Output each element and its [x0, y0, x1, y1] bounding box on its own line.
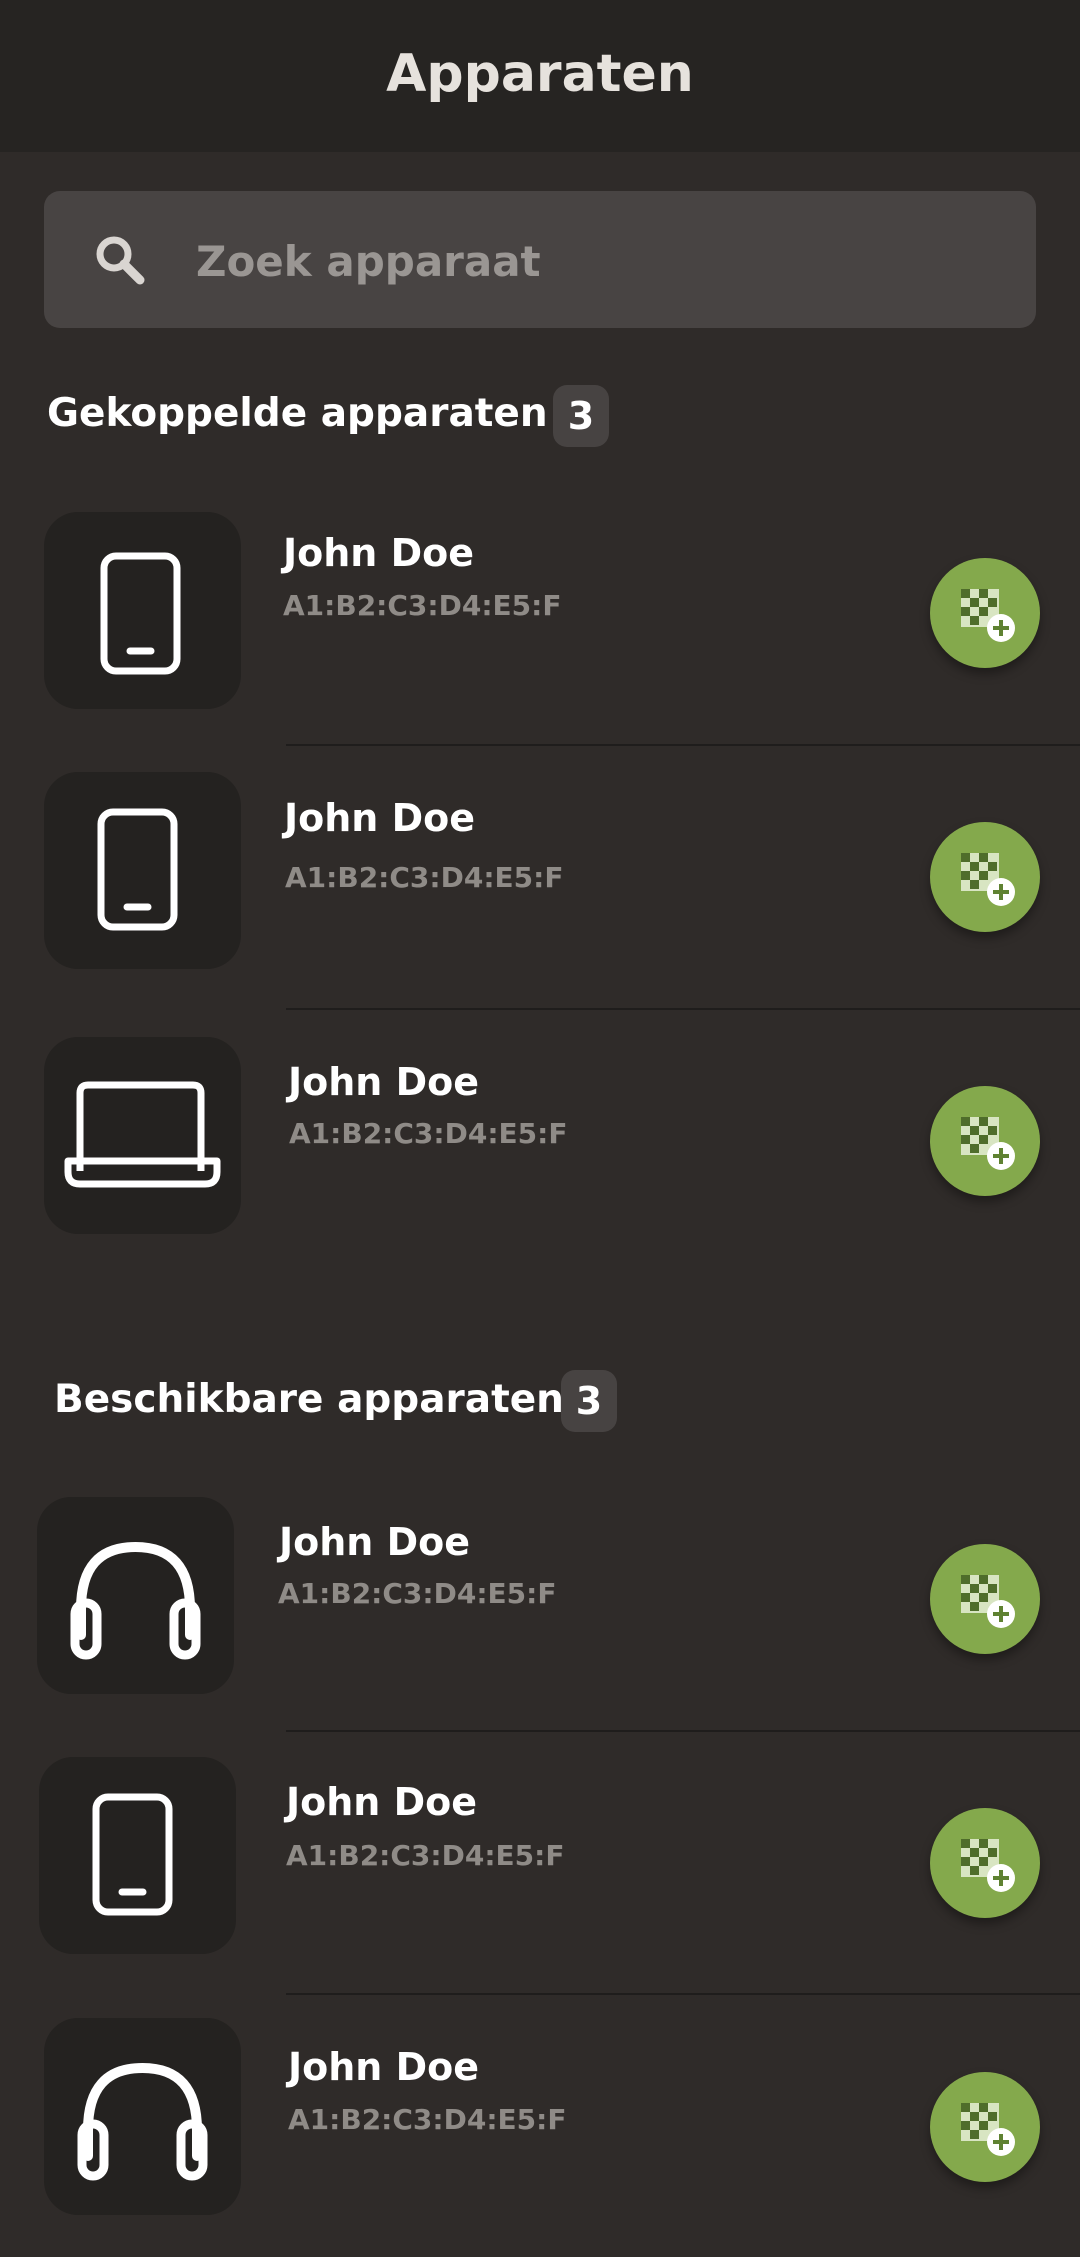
- add-device-button[interactable]: [930, 2072, 1040, 2182]
- device-name: John Doe: [288, 2045, 480, 2089]
- row-divider: [286, 1730, 1080, 1732]
- paired-count-badge: 3: [553, 385, 609, 447]
- device-name: John Doe: [279, 1520, 471, 1564]
- headphones-icon: [77, 2062, 208, 2181]
- qr-add-icon: [961, 1117, 1015, 1170]
- qr-add-icon: [961, 853, 1015, 906]
- phone-icon: [92, 1793, 173, 1916]
- section-title-paired: Gekoppelde apparaten: [47, 391, 548, 436]
- search-icon: [96, 236, 145, 285]
- device-tile: [44, 2018, 241, 2215]
- headphones-icon: [70, 1541, 201, 1660]
- device-tile: [44, 1037, 241, 1234]
- device-tile: [39, 1757, 236, 1954]
- available-count-badge: 3: [561, 1370, 617, 1432]
- qr-add-icon: [961, 2103, 1015, 2156]
- phone-icon: [100, 552, 181, 675]
- device-mac: A1:B2:C3:D4:E5:F: [285, 861, 564, 894]
- add-device-button[interactable]: [930, 558, 1040, 668]
- app-header: Apparaten: [0, 0, 1080, 152]
- device-tile: [44, 772, 241, 969]
- add-device-button[interactable]: [930, 1808, 1040, 1918]
- qr-add-icon: [961, 1839, 1015, 1892]
- page-title: Apparaten: [386, 44, 694, 104]
- row-divider: [286, 744, 1080, 746]
- device-name: John Doe: [284, 796, 476, 840]
- device-mac: A1:B2:C3:D4:E5:F: [288, 2103, 567, 2136]
- row-divider: [286, 1008, 1080, 1010]
- add-device-button[interactable]: [930, 1086, 1040, 1196]
- add-device-button[interactable]: [930, 822, 1040, 932]
- section-title-available: Beschikbare apparaten: [54, 1377, 564, 1422]
- phone-icon: [97, 808, 178, 931]
- device-tile: [37, 1497, 234, 1694]
- device-mac: A1:B2:C3:D4:E5:F: [289, 1117, 568, 1150]
- device-name: John Doe: [283, 531, 475, 575]
- device-mac: A1:B2:C3:D4:E5:F: [283, 589, 562, 622]
- qr-add-icon: [961, 589, 1015, 642]
- device-mac: A1:B2:C3:D4:E5:F: [286, 1839, 565, 1872]
- row-divider: [286, 1993, 1080, 1995]
- device-name: John Doe: [286, 1780, 478, 1824]
- device-name: John Doe: [288, 1060, 480, 1104]
- laptop-icon: [64, 1081, 221, 1188]
- search-input[interactable]: [196, 236, 996, 286]
- add-device-button[interactable]: [930, 1544, 1040, 1654]
- device-tile: [44, 512, 241, 709]
- device-mac: A1:B2:C3:D4:E5:F: [278, 1577, 557, 1610]
- qr-add-icon: [961, 1575, 1015, 1628]
